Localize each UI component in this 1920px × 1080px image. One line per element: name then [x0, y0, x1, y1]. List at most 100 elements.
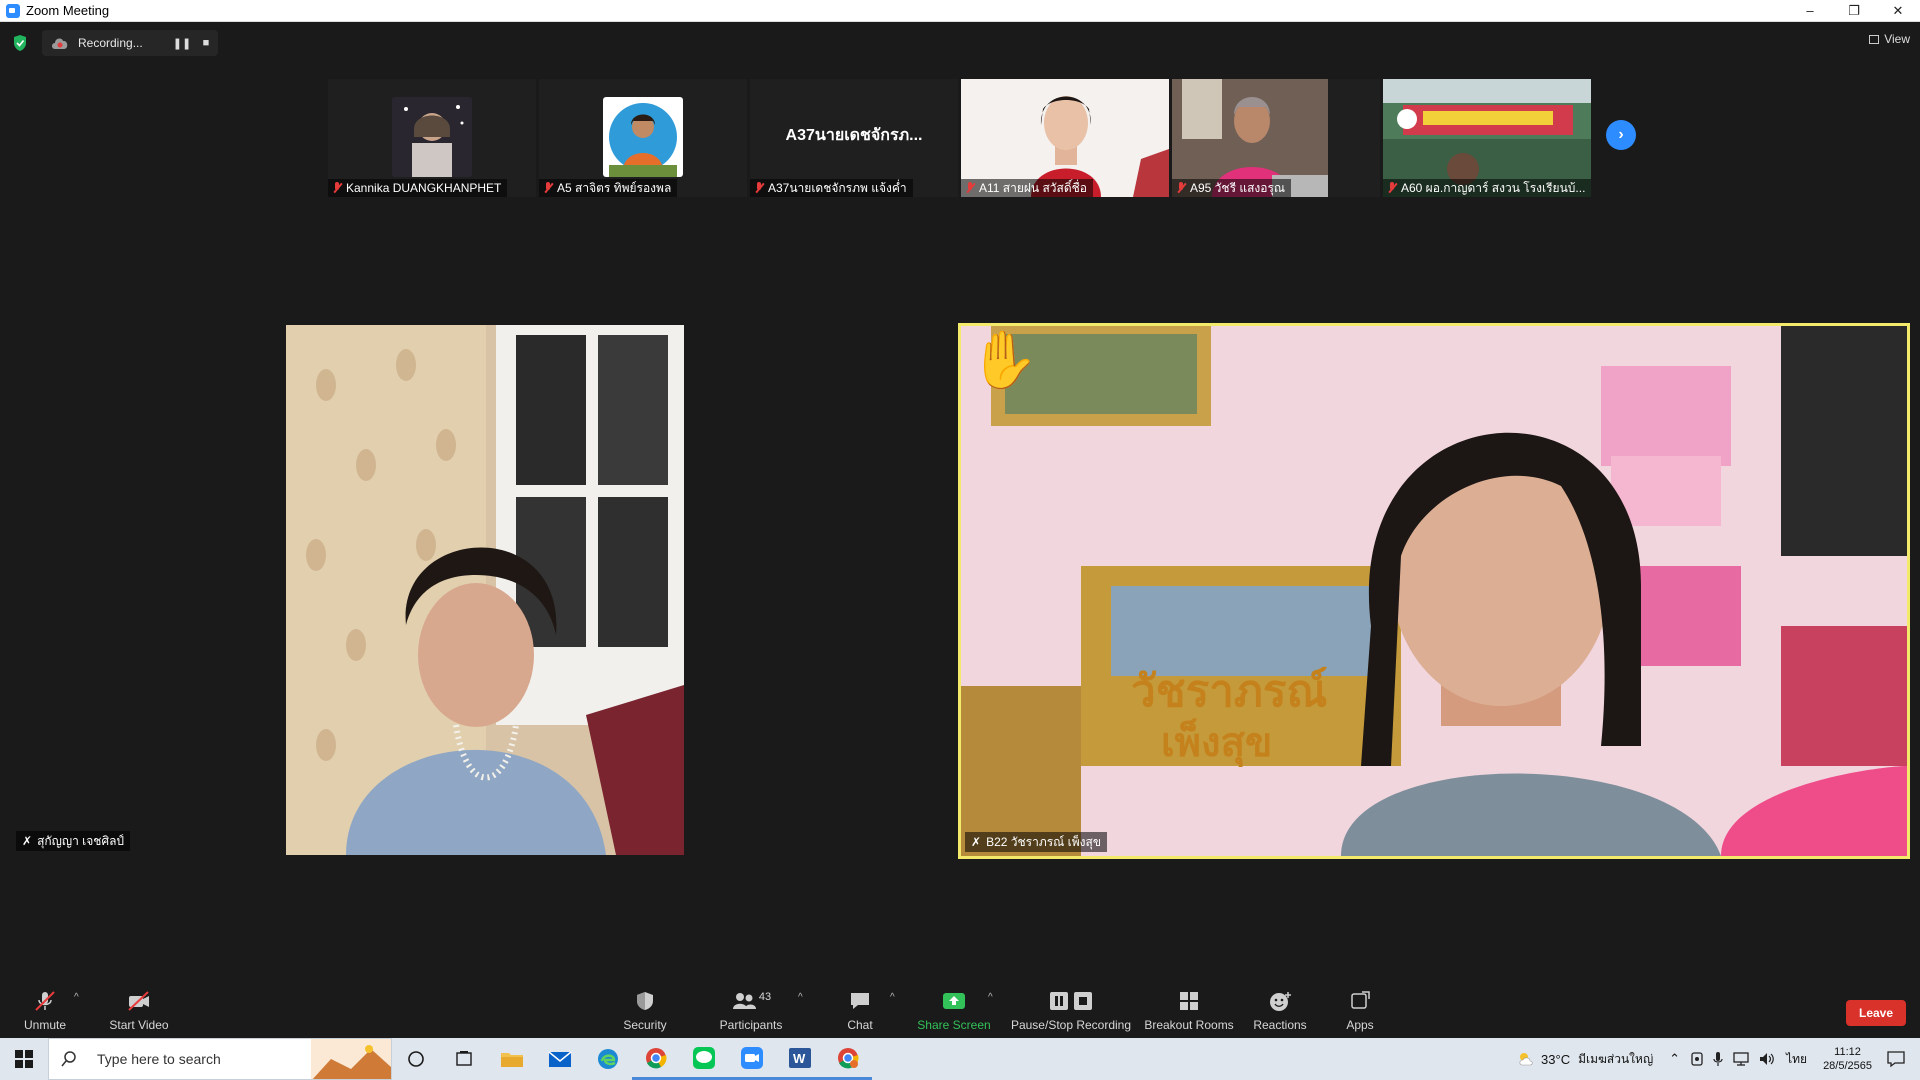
line-app-icon — [693, 1046, 715, 1069]
participant-video-image — [286, 325, 684, 855]
breakout-rooms-button[interactable]: Breakout Rooms — [1144, 982, 1234, 1036]
muted-mic-icon — [754, 182, 764, 194]
pin-icon: ✗ — [22, 834, 33, 848]
unmute-button[interactable]: Unmute — [14, 982, 76, 1036]
participant-name-bar: Kannika DUANGKHANPHET — [328, 179, 508, 197]
stop-icon — [1074, 992, 1092, 1010]
muted-mic-icon — [1176, 182, 1186, 194]
participant-thumbnail[interactable]: A95 วัชรี แสงอรุณ — [1172, 79, 1380, 197]
participant-thumbnail[interactable]: Kannika DUANGKHANPHET — [328, 79, 536, 197]
muted-mic-icon — [1387, 182, 1397, 194]
onedrive-sync-icon[interactable] — [1690, 1051, 1704, 1067]
participant-thumbnail[interactable]: A11 สายฝน สวัสดิ์ชื่อ — [961, 79, 1169, 197]
recording-label: Recording... — [78, 36, 143, 50]
window-title: Zoom Meeting — [26, 3, 110, 18]
line-app-button[interactable] — [680, 1038, 728, 1080]
task-view-button[interactable] — [440, 1038, 488, 1080]
participant-thumbnail[interactable]: A5 สาจิตร ทิพย์รองพล — [539, 79, 747, 197]
zoom-logo-icon — [6, 3, 20, 18]
participant-name-bar: ✗ B22 วัชราภรณ์ เพ็งสุข — [965, 832, 1108, 852]
profile-picture — [392, 97, 472, 177]
restore-button[interactable]: ❐ — [1832, 0, 1876, 22]
video-tile-active-speaker[interactable]: วัชราภรณ์ เพ็งสุข ✋ ✗ B22 วัชราภรณ์ เพ็ง… — [958, 323, 1910, 859]
edge-browser-icon — [598, 1049, 618, 1069]
show-hidden-icons-chevron[interactable]: ⌃ — [1669, 1051, 1680, 1067]
view-button[interactable]: View — [1869, 32, 1910, 46]
share-screen-label: Share Screen — [917, 1018, 991, 1032]
cortana-circle-icon — [408, 1051, 424, 1067]
clock-date: 28/5/2565 — [1823, 1060, 1872, 1072]
participants-button[interactable]: 43 Participants — [716, 982, 786, 1036]
reactions-button[interactable]: Reactions — [1248, 982, 1312, 1036]
meeting-area: Recording... ❚❚ ■ View Kannika DUANGKHAN… — [0, 22, 1920, 980]
windows-logo-icon — [15, 1050, 33, 1068]
next-page-arrow-button[interactable]: › — [1606, 120, 1636, 150]
participant-name: Kannika DUANGKHANPHET — [346, 181, 502, 195]
close-button[interactable]: ✕ — [1876, 0, 1920, 22]
notifications-icon[interactable] — [1886, 1050, 1906, 1068]
share-screen-icon — [943, 993, 965, 1009]
participant-display-name: A37นายเดชจักรภ... — [785, 127, 923, 144]
video-off-icon — [128, 991, 149, 1011]
security-button[interactable]: Security — [612, 982, 678, 1036]
pause-stop-recording-label: Pause/Stop Recording — [1010, 1018, 1132, 1032]
chrome-profile-button[interactable] — [824, 1038, 872, 1080]
svg-text:วัชราภรณ์: วัชราภรณ์ — [1131, 666, 1327, 717]
participant-thumbnail[interactable]: A60 ผอ.กาญดาร์ สงวน โรงเรียนบ้... — [1383, 79, 1591, 197]
system-tray: 33°C มีเมฆส่วนใหญ่ ⌃ ไทย 11:12 28/5/2565 — [1517, 1038, 1920, 1080]
zoom-app-icon — [741, 1046, 763, 1069]
recording-indicator: Recording... ❚❚ ■ — [42, 30, 218, 56]
participant-thumbnail[interactable]: A37นายเดชจักรภ... A37นายเดชจักรภพ แจ้งค่… — [750, 79, 958, 197]
taskbar-clock[interactable]: 11:12 28/5/2565 — [1823, 1045, 1872, 1073]
volume-icon[interactable] — [1758, 1051, 1776, 1067]
participant-name: B22 วัชราภรณ์ เพ็งสุข — [986, 834, 1102, 849]
mail-button[interactable] — [536, 1038, 584, 1080]
chrome-button[interactable] — [632, 1038, 680, 1080]
meeting-toolbar: Unmute ^ Start Video Security 43 Partici… — [0, 980, 1920, 1038]
weather-description[interactable]: มีเมฆส่วนใหญ่ — [1578, 1050, 1653, 1069]
stop-recording-button[interactable]: ■ — [194, 33, 218, 53]
chat-options-caret[interactable]: ^ — [890, 992, 895, 1003]
pause-stop-recording-button[interactable]: Pause/Stop Recording — [1010, 982, 1132, 1036]
participant-name: A60 ผอ.กาญดาร์ สงวน โรงเรียนบ้... — [1401, 180, 1586, 195]
chrome-profile-icon — [838, 1047, 859, 1068]
input-language-indicator[interactable]: ไทย — [1786, 1050, 1807, 1069]
svg-text:W: W — [793, 1051, 806, 1066]
file-explorer-button[interactable] — [488, 1038, 536, 1080]
leave-button[interactable]: Leave — [1846, 1000, 1906, 1026]
windows-start-button[interactable] — [0, 1038, 48, 1080]
word-app-button[interactable]: W — [776, 1038, 824, 1080]
muted-mic-icon — [35, 991, 55, 1011]
raised-hand-icon: ✋ — [969, 328, 1039, 391]
muted-mic-icon — [543, 182, 553, 194]
participants-icon-group: 43 — [726, 990, 776, 1012]
start-video-button[interactable]: Start Video — [104, 982, 174, 1036]
cortana-button[interactable] — [392, 1038, 440, 1080]
apps-label: Apps — [1346, 1018, 1374, 1032]
participants-options-caret[interactable]: ^ — [798, 992, 803, 1003]
participant-name-bar: A60 ผอ.กาญดาร์ สงวน โรงเรียนบ้... — [1383, 179, 1591, 197]
chat-button[interactable]: Chat — [836, 982, 884, 1036]
audio-options-caret[interactable]: ^ — [74, 992, 79, 1003]
network-icon[interactable] — [1732, 1051, 1750, 1067]
zoom-app-button[interactable] — [728, 1038, 776, 1080]
taskbar-search-box[interactable]: Type here to search — [48, 1038, 392, 1080]
title-bar: Zoom Meeting – ❐ ✕ — [0, 0, 1920, 22]
view-grid-icon — [1869, 34, 1880, 44]
profile-picture — [603, 97, 683, 177]
share-screen-button[interactable]: Share Screen — [916, 982, 992, 1036]
video-tile-left[interactable]: ✗ สุกัญญา เจชศิลป์ — [12, 325, 952, 855]
pause-recording-button[interactable]: ❚❚ — [170, 33, 194, 53]
edge-button[interactable] — [584, 1038, 632, 1080]
share-options-caret[interactable]: ^ — [988, 992, 993, 1003]
microphone-tray-icon[interactable] — [1712, 1051, 1724, 1067]
apps-button[interactable]: Apps — [1336, 982, 1384, 1036]
chrome-browser-icon — [646, 1047, 667, 1068]
security-shield-icon[interactable] — [12, 34, 28, 52]
reactions-smiley-icon — [1270, 992, 1291, 1011]
pin-icon: ✗ — [971, 835, 982, 849]
cloud-recording-icon — [52, 38, 68, 49]
minimize-button[interactable]: – — [1788, 0, 1832, 22]
weather-temperature[interactable]: 33°C — [1541, 1052, 1570, 1067]
participants-label: Participants — [719, 1018, 783, 1032]
